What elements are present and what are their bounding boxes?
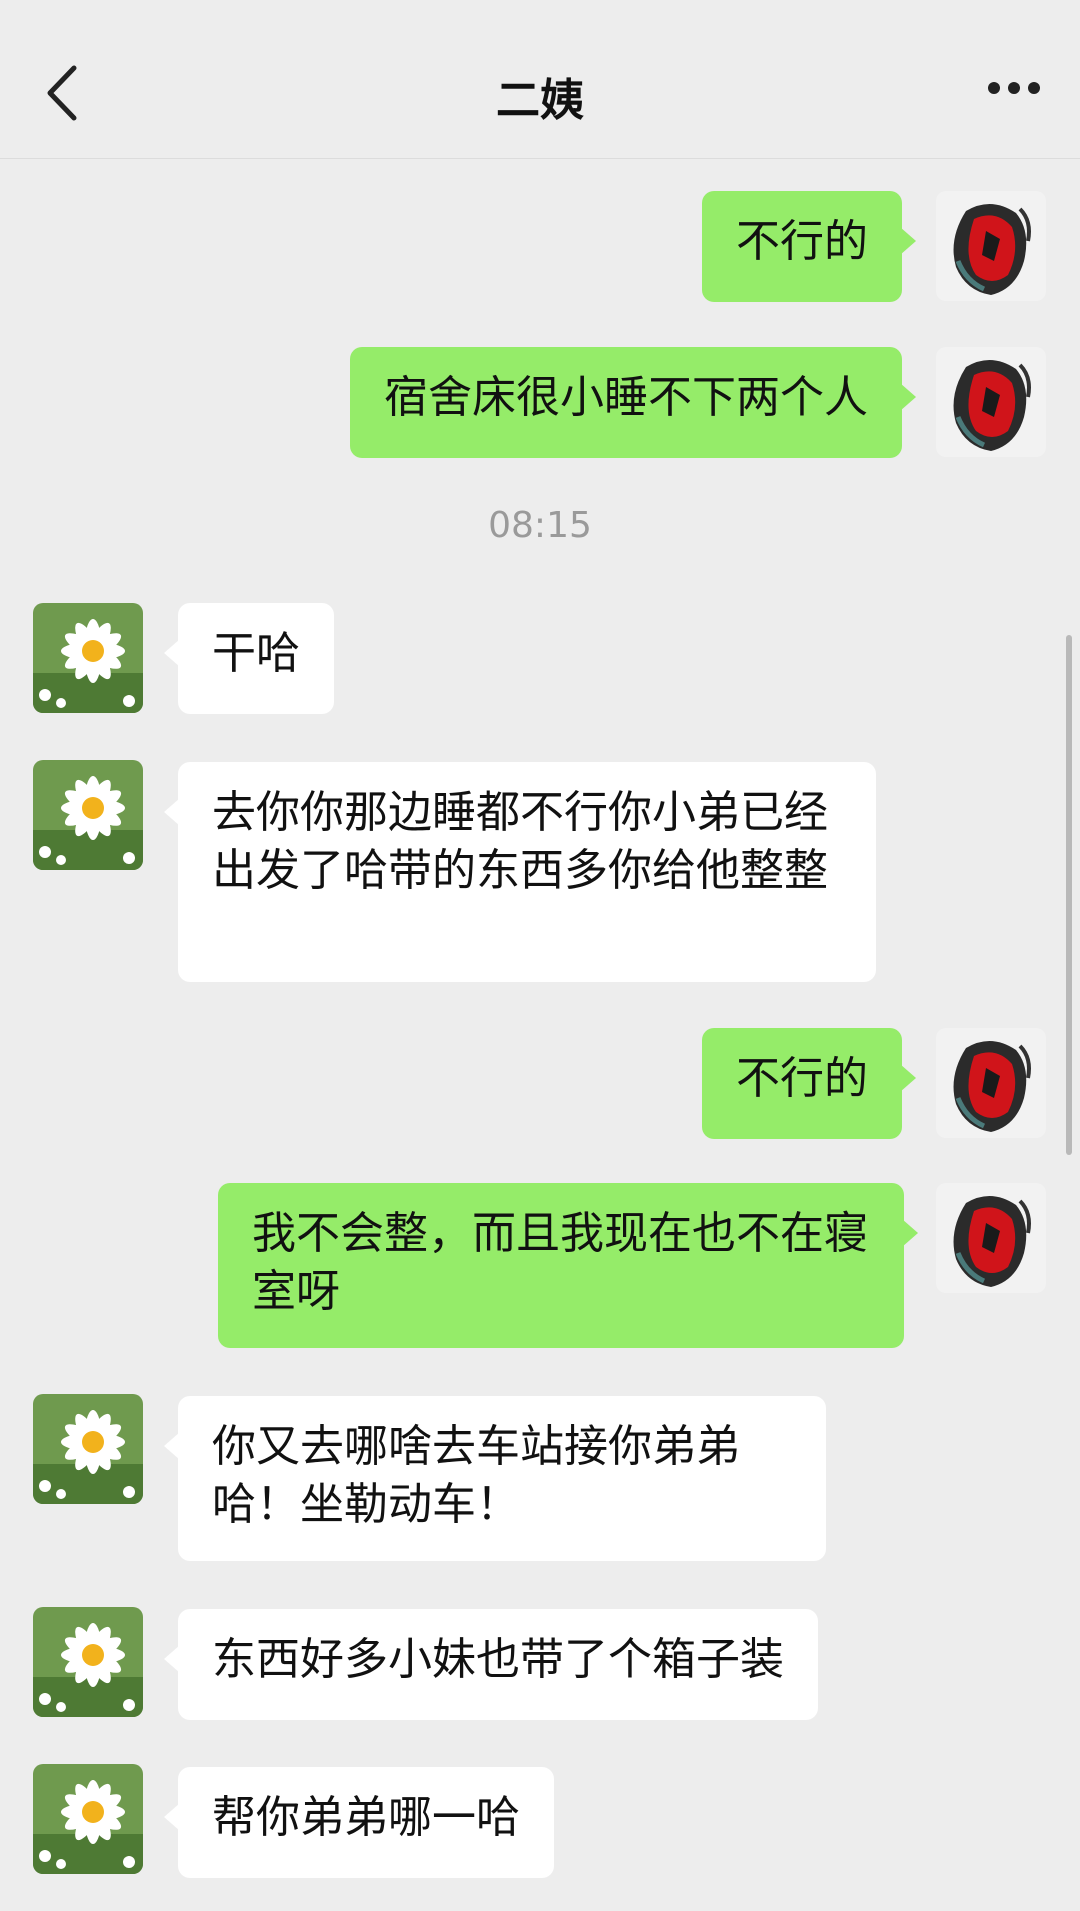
- self-avatar[interactable]: [936, 191, 1046, 301]
- contact-avatar[interactable]: [33, 1607, 143, 1717]
- self-avatar[interactable]: [936, 1183, 1046, 1293]
- self-avatar[interactable]: [936, 1028, 1046, 1138]
- message-bubble-outgoing[interactable]: 不行的: [702, 191, 916, 302]
- message-bubble-incoming[interactable]: 东西好多小妹也带了个箱子装: [164, 1609, 818, 1720]
- message-bubble-incoming[interactable]: 你又去哪啥去车站接你弟弟哈！坐勒动车！: [164, 1396, 826, 1561]
- more-options-icon[interactable]: [984, 82, 1044, 106]
- message-bubble-outgoing[interactable]: 宿舍床很小睡不下两个人: [350, 347, 916, 458]
- message-bubble-incoming[interactable]: 帮你弟弟哪一哈: [164, 1767, 554, 1878]
- chat-title: 二姨: [496, 75, 584, 126]
- contact-avatar[interactable]: [33, 760, 143, 870]
- message-bubble-outgoing[interactable]: 我不会整，而且我现在也不在寝室呀: [218, 1183, 918, 1348]
- chat-header: 二姨: [0, 0, 1080, 159]
- scrollbar[interactable]: [1066, 635, 1072, 1155]
- contact-avatar[interactable]: [33, 1394, 143, 1504]
- message-bubble-outgoing[interactable]: 不行的: [702, 1028, 916, 1139]
- contact-avatar[interactable]: [33, 1764, 143, 1874]
- message-bubble-incoming[interactable]: 干哈: [164, 603, 334, 714]
- self-avatar[interactable]: [936, 347, 1046, 457]
- message-timestamp: 08:15: [488, 505, 592, 546]
- message-bubble-incoming[interactable]: 去你你那边睡都不行你小弟已经出发了哈带的东西多你给他整整: [164, 762, 876, 982]
- contact-avatar[interactable]: [33, 603, 143, 713]
